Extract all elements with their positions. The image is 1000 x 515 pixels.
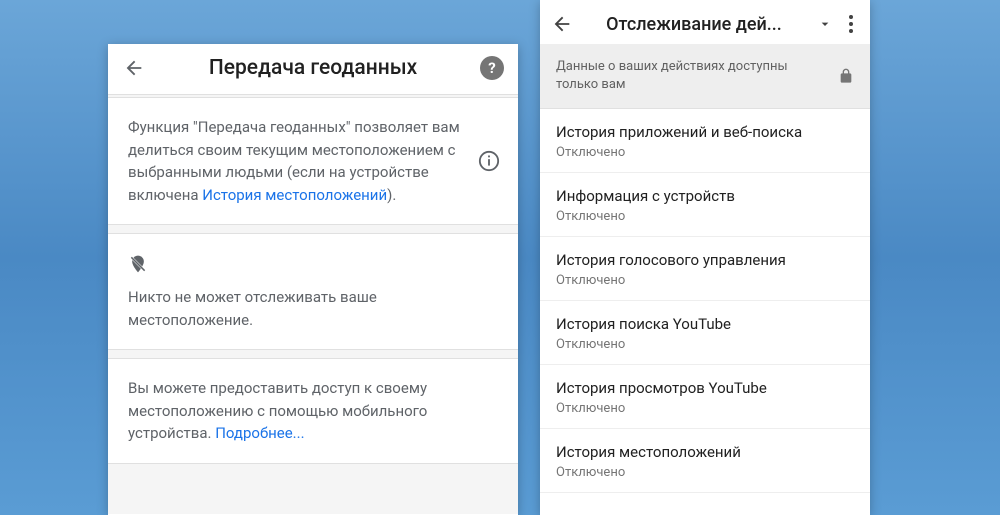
item-status: Отключено (556, 209, 854, 224)
access-text: Вы можете предоставить доступ к своему м… (128, 377, 498, 445)
list-item[interactable]: История местоположений Отключено (540, 429, 870, 493)
back-button[interactable] (550, 12, 574, 36)
header-left: Передача геоданных ? (108, 44, 518, 95)
item-title: История местоположений (556, 443, 854, 461)
help-button[interactable]: ? (480, 56, 504, 80)
nobody-card: Никто не может отслеживать ваше местопол… (108, 233, 518, 350)
privacy-banner: Данные о ваших действиях доступны только… (540, 44, 870, 109)
list-item[interactable]: История голосового управления Отключено (540, 237, 870, 301)
item-status: Отключено (556, 465, 854, 480)
phone-left: Передача геоданных ? Функция "Передача г… (108, 44, 518, 515)
description-card: Функция "Передача геоданных" позволяет в… (108, 97, 518, 225)
header-right: Отслеживание дей... (540, 0, 870, 44)
arrow-left-icon (123, 57, 145, 79)
item-title: История голосового управления (556, 251, 854, 269)
description-text: Функция "Передача геоданных" позволяет в… (128, 116, 498, 206)
phone-right: Отслеживание дей... Данные о ваших дейст… (540, 0, 870, 515)
dot-icon (849, 22, 853, 26)
location-off-icon (128, 252, 148, 276)
list-item[interactable]: Информация с устройств Отключено (540, 173, 870, 237)
info-icon[interactable] (478, 150, 500, 172)
page-title: Отслеживание дей... (574, 14, 814, 35)
item-title: Информация с устройств (556, 187, 854, 205)
item-status: Отключено (556, 145, 854, 160)
activity-list: История приложений и веб-поиска Отключен… (540, 109, 870, 493)
learn-more-link[interactable]: Подробнее... (215, 424, 304, 442)
dot-icon (849, 29, 853, 33)
item-status: Отключено (556, 273, 854, 288)
list-item[interactable]: История просмотров YouTube Отключено (540, 365, 870, 429)
item-status: Отключено (556, 401, 854, 416)
help-icon: ? (488, 59, 495, 77)
history-link[interactable]: История местоположений (202, 186, 387, 204)
back-button[interactable] (122, 56, 146, 80)
item-title: История поиска YouTube (556, 315, 854, 333)
item-title: История просмотров YouTube (556, 379, 854, 397)
item-status: Отключено (556, 337, 854, 352)
body-left: Функция "Передача геоданных" позволяет в… (108, 95, 518, 514)
caret-down-icon (817, 16, 833, 32)
list-item[interactable]: История поиска YouTube Отключено (540, 301, 870, 365)
overflow-menu[interactable] (842, 15, 860, 33)
account-dropdown[interactable] (816, 15, 834, 33)
dot-icon (849, 15, 853, 19)
list-item[interactable]: История приложений и веб-поиска Отключен… (540, 109, 870, 173)
privacy-text: Данные о ваших действиях доступны только… (556, 58, 838, 94)
arrow-left-icon (551, 13, 573, 35)
lock-icon (838, 66, 854, 86)
item-title: История приложений и веб-поиска (556, 123, 854, 141)
access-card: Вы можете предоставить доступ к своему м… (108, 358, 518, 464)
nobody-text: Никто не может отслеживать ваше местопол… (128, 286, 498, 331)
page-title: Передача геоданных (146, 56, 480, 80)
desc-post: ). (387, 186, 396, 204)
